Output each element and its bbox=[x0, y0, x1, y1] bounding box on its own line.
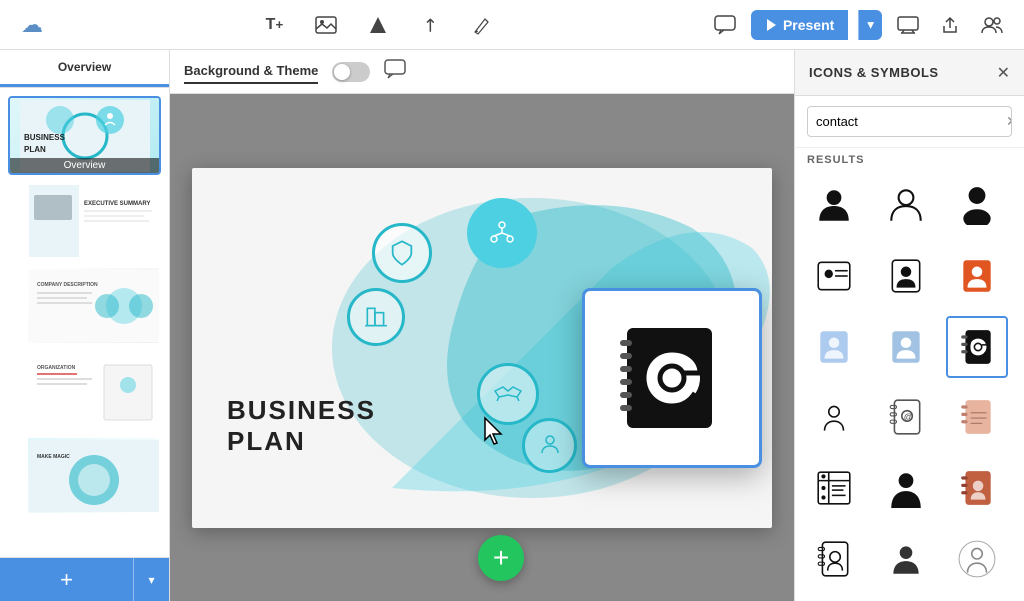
slide-title: BUSINESS PLAN bbox=[227, 395, 376, 457]
arrow-icon[interactable]: ↗ bbox=[408, 2, 453, 47]
svg-text:PLAN: PLAN bbox=[24, 145, 46, 154]
slide-wrapper-3: 3 ORGANIZATION bbox=[8, 351, 161, 430]
circle-shield bbox=[372, 223, 432, 283]
slide-preview-4: MAKE MAGIC bbox=[28, 438, 159, 513]
screen-icon[interactable] bbox=[892, 9, 924, 41]
svg-text:ORGANIZATION: ORGANIZATION bbox=[37, 365, 76, 371]
circle-person bbox=[522, 418, 577, 473]
center-toolbar: Background & Theme bbox=[170, 50, 794, 94]
icon-grid: @ bbox=[795, 170, 1024, 601]
slide-thumb-2[interactable]: COMPANY DESCRIPTION bbox=[26, 266, 161, 345]
icon-preview-float bbox=[582, 288, 762, 468]
svg-text:MAKE MAGIC: MAKE MAGIC bbox=[37, 454, 70, 460]
share-icon[interactable] bbox=[934, 9, 966, 41]
slide-list: BUSINESS PLAN Overview 1 EXECUTIVE SUM bbox=[0, 88, 169, 557]
fab-label: + bbox=[493, 542, 509, 574]
toolbar-left: ☁ bbox=[16, 9, 48, 41]
present-button[interactable]: Present bbox=[751, 10, 848, 40]
center-panel: Background & Theme bbox=[170, 50, 794, 601]
icon-at-book-highlighted[interactable] bbox=[946, 316, 1008, 378]
sidebar-tab-overview[interactable]: Overview bbox=[0, 50, 169, 87]
panel-close-button[interactable]: ✕ bbox=[997, 63, 1010, 83]
image-insert-icon[interactable] bbox=[310, 9, 342, 41]
slide-thumb-1[interactable]: EXECUTIVE SUMMARY bbox=[26, 181, 161, 260]
app-logo[interactable]: ☁ bbox=[16, 9, 48, 41]
icon-at-book-outline[interactable]: @ bbox=[875, 386, 937, 448]
fab-add-button[interactable]: + bbox=[478, 535, 524, 581]
sidebar-tabs: Overview bbox=[0, 50, 169, 88]
icon-contact-table[interactable] bbox=[803, 457, 865, 519]
icons-symbols-panel: ICONS & SYMBOLS ✕ ✕ RESULTS bbox=[794, 50, 1024, 601]
toggle-knob bbox=[334, 64, 350, 80]
icon-address-book-colored[interactable] bbox=[946, 457, 1008, 519]
slide-preview-2: COMPANY DESCRIPTION bbox=[28, 268, 159, 343]
svg-text:@: @ bbox=[904, 413, 913, 424]
icon-person-icon-2[interactable] bbox=[875, 528, 937, 590]
svg-text:BUSINESS: BUSINESS bbox=[24, 133, 66, 142]
panel-title: ICONS & SYMBOLS bbox=[809, 65, 939, 80]
slide-thumb-4[interactable]: MAKE MAGIC bbox=[26, 436, 161, 515]
icon-person-dark[interactable] bbox=[946, 174, 1008, 236]
main-layout: Overview BUSINESS PLAN bbox=[0, 50, 1024, 601]
background-theme-tab[interactable]: Background & Theme bbox=[184, 59, 318, 84]
slide-content: BUSINESS PLAN bbox=[192, 168, 772, 528]
search-clear-button[interactable]: ✕ bbox=[1000, 109, 1012, 134]
slide-canvas-area: BUSINESS PLAN bbox=[170, 94, 794, 601]
slide-wrapper-4: 4 MAKE MAGIC bbox=[8, 436, 161, 515]
icon-person-card-blue[interactable] bbox=[803, 316, 865, 378]
icon-person-silhouette[interactable] bbox=[875, 457, 937, 519]
svg-text:EXECUTIVE SUMMARY: EXECUTIVE SUMMARY bbox=[84, 201, 150, 207]
slide-canvas[interactable]: BUSINESS PLAN bbox=[192, 168, 772, 528]
slide-preview-3: ORGANIZATION bbox=[28, 353, 159, 428]
icon-placeholder[interactable] bbox=[946, 528, 1008, 590]
circle-building bbox=[347, 288, 405, 346]
icon-contact-card-orange[interactable] bbox=[946, 245, 1008, 307]
search-bar: ✕ bbox=[795, 96, 1024, 148]
comment-icon[interactable] bbox=[709, 9, 741, 41]
overview-slide-label: Overview bbox=[10, 158, 159, 173]
icon-contact-book-colored[interactable] bbox=[946, 386, 1008, 448]
icon-person-solid[interactable] bbox=[803, 174, 865, 236]
toolbar-right: Present ▾ bbox=[709, 9, 1008, 41]
toolbar-center: T+ ↗ bbox=[64, 9, 693, 41]
slide-title-line1: BUSINESS bbox=[227, 395, 376, 426]
circle-org bbox=[467, 198, 537, 268]
pen-icon[interactable] bbox=[466, 9, 498, 41]
present-dropdown-button[interactable]: ▾ bbox=[858, 10, 882, 40]
icon-person-circle-outline[interactable] bbox=[803, 386, 865, 448]
text-plus-icon[interactable]: T+ bbox=[258, 9, 290, 41]
present-label: Present bbox=[783, 17, 834, 33]
main-toolbar: ☁ T+ ↗ Present ▾ bbox=[0, 0, 1024, 50]
icon-contact-card-1[interactable] bbox=[803, 245, 865, 307]
icon-person-outline[interactable] bbox=[875, 174, 937, 236]
add-slide-dropdown-button[interactable]: ▾ bbox=[133, 558, 169, 601]
slide-thumb-overview[interactable]: BUSINESS PLAN Overview bbox=[8, 96, 161, 175]
icon-contact-card-2[interactable] bbox=[875, 245, 937, 307]
results-label: RESULTS bbox=[795, 148, 1024, 170]
add-slide-bar: + ▾ bbox=[0, 557, 169, 601]
search-input[interactable] bbox=[808, 108, 1000, 135]
circle-handshake bbox=[477, 363, 539, 425]
sidebar: Overview BUSINESS PLAN bbox=[0, 50, 170, 601]
panel-header: ICONS & SYMBOLS ✕ bbox=[795, 50, 1024, 96]
svg-text:COMPANY DESCRIPTION: COMPANY DESCRIPTION bbox=[37, 282, 98, 288]
comment-center-icon[interactable] bbox=[384, 59, 406, 84]
slide-title-line2: PLAN bbox=[227, 426, 376, 457]
search-input-wrap: ✕ bbox=[807, 106, 1012, 137]
theme-toggle[interactable] bbox=[332, 62, 370, 82]
shape-icon[interactable] bbox=[362, 9, 394, 41]
slide-wrapper-2: 2 COMPANY DESCRIPTION bbox=[8, 266, 161, 345]
slide-wrapper-1: 1 EXECUTIVE SUMMARY bbox=[8, 181, 161, 260]
add-slide-button[interactable]: + bbox=[0, 558, 133, 601]
slide-thumb-3[interactable]: ORGANIZATION bbox=[26, 351, 161, 430]
users-icon[interactable] bbox=[976, 9, 1008, 41]
slide-preview-1: EXECUTIVE SUMMARY bbox=[28, 183, 159, 258]
icon-contact-book-outline[interactable] bbox=[803, 528, 865, 590]
icon-person-card-blue-2[interactable] bbox=[875, 316, 937, 378]
